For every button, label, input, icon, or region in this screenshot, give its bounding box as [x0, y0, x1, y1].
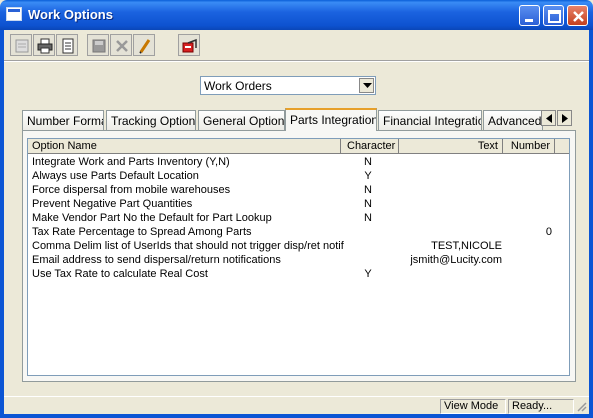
- arrow-right-icon: [562, 114, 568, 123]
- delete-icon: [116, 40, 128, 52]
- window-title: Work Options: [28, 7, 113, 22]
- grid-header: Option Name Character Text Number: [28, 139, 569, 154]
- option-name-cell: Tax Rate Percentage to Spread Among Part…: [32, 226, 252, 238]
- status-mode: View Mode: [440, 399, 506, 414]
- chevron-down-icon: [363, 83, 372, 88]
- option-name-cell: Use Tax Rate to calculate Real Cost: [32, 268, 208, 280]
- tab-number-format[interactable]: Number Format: [22, 110, 104, 130]
- window-frame-right: [589, 30, 593, 418]
- window-frame-bottom: [0, 414, 593, 418]
- character-cell[interactable]: Y: [340, 169, 396, 183]
- column-header-option-name[interactable]: Option Name: [28, 139, 341, 154]
- maximize-button[interactable]: [543, 5, 564, 26]
- option-name-cell: Always use Parts Default Location: [32, 170, 199, 182]
- character-cell[interactable]: N: [340, 183, 396, 197]
- table-row[interactable]: Force dispersal from mobile warehouses N: [28, 183, 569, 197]
- table-row[interactable]: Email address to send dispersal/return n…: [28, 253, 569, 267]
- column-header-character[interactable]: Character: [341, 139, 399, 154]
- toolbar: [4, 32, 589, 58]
- option-name-cell: Force dispersal from mobile warehouses: [32, 184, 231, 196]
- maximize-icon: [548, 10, 561, 23]
- table-row[interactable]: Use Tax Rate to calculate Real Cost Y: [28, 267, 569, 281]
- option-name-cell: Integrate Work and Parts Inventory (Y,N): [32, 156, 230, 168]
- tab-general-options[interactable]: General Options: [198, 110, 285, 130]
- table-row[interactable]: Always use Parts Default Location Y: [28, 169, 569, 183]
- column-header-number[interactable]: Number: [503, 139, 555, 154]
- option-name-cell: Comma Delim list of UserIds that should …: [32, 240, 344, 252]
- tab-financial-integration[interactable]: Financial Integration: [378, 110, 482, 130]
- arrow-left-icon: [546, 114, 552, 123]
- exit-button[interactable]: [178, 34, 200, 56]
- preview-button[interactable]: [56, 34, 78, 56]
- preview-icon: [62, 38, 74, 54]
- new-button[interactable]: [10, 34, 32, 56]
- status-bar: View Mode Ready...: [4, 396, 589, 414]
- option-name-cell: Make Vendor Part No the Default for Part…: [32, 212, 272, 224]
- minimize-icon: [525, 19, 533, 22]
- minimize-button[interactable]: [519, 5, 540, 26]
- save-icon: [92, 39, 106, 53]
- toolbar-separator: [4, 60, 589, 62]
- option-name-cell: Email address to send dispersal/return n…: [32, 254, 281, 266]
- print-icon: [37, 38, 53, 54]
- table-row[interactable]: Make Vendor Part No the Default for Part…: [28, 211, 569, 225]
- exit-icon: [182, 38, 197, 53]
- option-name-cell: Prevent Negative Part Quantities: [32, 198, 193, 210]
- title-bar: Work Options: [0, 0, 593, 30]
- tab-scroll-right-button[interactable]: [557, 110, 572, 126]
- column-header-filler: [555, 139, 569, 154]
- character-cell[interactable]: N: [340, 197, 396, 211]
- save-button[interactable]: [87, 34, 109, 56]
- number-cell[interactable]: 0: [502, 225, 552, 239]
- close-icon: [573, 11, 584, 22]
- tab-tracking-options[interactable]: Tracking Options: [106, 110, 196, 130]
- character-cell[interactable]: N: [340, 155, 396, 169]
- options-grid: Option Name Character Text Number Integr…: [27, 138, 570, 376]
- window-frame-left: [0, 30, 4, 418]
- status-state: Ready...: [508, 399, 574, 414]
- edit-icon: [139, 39, 151, 54]
- window-icon: [6, 7, 22, 21]
- table-row[interactable]: Comma Delim list of UserIds that should …: [28, 239, 569, 253]
- character-cell[interactable]: N: [340, 211, 396, 225]
- tab-scroll-left-button[interactable]: [541, 110, 556, 126]
- tab-advanced-options[interactable]: Advanced O: [483, 110, 543, 130]
- text-cell[interactable]: TEST,NICOLE: [398, 239, 502, 253]
- character-cell[interactable]: Y: [340, 267, 396, 281]
- text-cell[interactable]: jsmith@Lucity.com: [398, 253, 502, 267]
- options-category-value: Work Orders: [204, 79, 272, 93]
- tab-parts-integration[interactable]: Parts Integration: [285, 108, 377, 131]
- delete-button[interactable]: [110, 34, 132, 56]
- tab-strip: Number Format Tracking Options General O…: [22, 108, 582, 131]
- close-button[interactable]: [567, 5, 588, 26]
- column-header-text[interactable]: Text: [399, 139, 503, 154]
- dropdown-arrow-button[interactable]: [359, 78, 374, 93]
- new-icon: [15, 39, 29, 53]
- edit-button[interactable]: [133, 34, 155, 56]
- resize-grip-icon[interactable]: [575, 400, 587, 412]
- table-row[interactable]: Integrate Work and Parts Inventory (Y,N)…: [28, 155, 569, 169]
- print-button[interactable]: [33, 34, 55, 56]
- table-row[interactable]: Prevent Negative Part Quantities N: [28, 197, 569, 211]
- status-message: [8, 399, 438, 414]
- options-category-select[interactable]: Work Orders: [200, 76, 376, 95]
- table-row[interactable]: Tax Rate Percentage to Spread Among Part…: [28, 225, 569, 239]
